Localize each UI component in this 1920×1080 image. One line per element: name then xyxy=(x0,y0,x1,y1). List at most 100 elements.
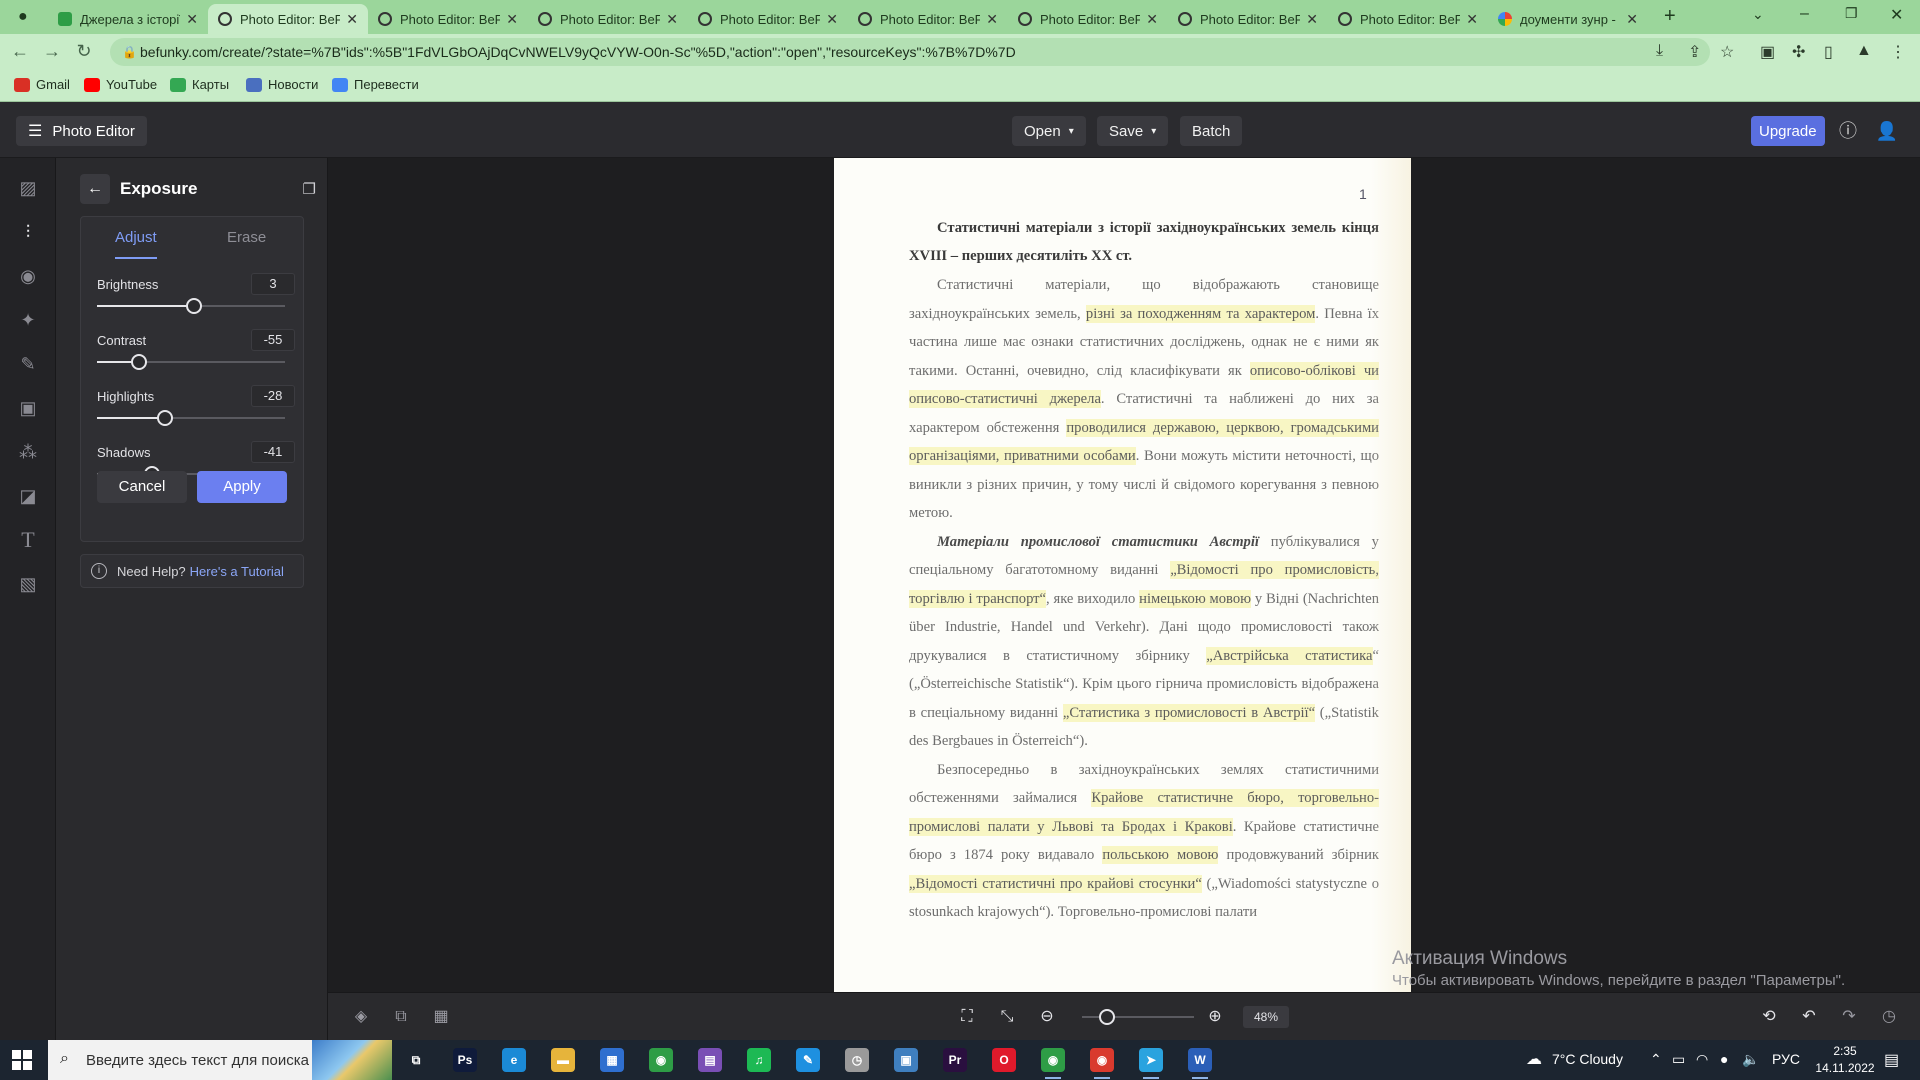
effects-sparkle-icon[interactable]: ✦ xyxy=(16,308,40,332)
tab-close-icon[interactable]: ✕ xyxy=(666,11,678,28)
bookmark-item[interactable]: Перевести xyxy=(332,77,419,92)
bookmark-item[interactable]: Gmail xyxy=(14,77,70,92)
slider-thumb[interactable] xyxy=(157,410,173,426)
cancel-button[interactable]: Cancel xyxy=(97,471,187,503)
bookmark-item[interactable]: Карты xyxy=(170,77,229,92)
wifi-icon[interactable]: ◠ xyxy=(1696,1051,1708,1068)
bookmark-item[interactable]: YouTube xyxy=(84,77,157,92)
slider-value-input[interactable]: -55 xyxy=(251,329,295,351)
taskbar-clock[interactable]: 2:35 14.11.2022 xyxy=(1810,1043,1880,1077)
app-menu-button[interactable]: ☰ Photo Editor xyxy=(16,116,147,146)
zoom-level[interactable]: 48% xyxy=(1243,1006,1289,1028)
browser-tab[interactable]: Photo Editor: BeFu ✕ xyxy=(848,4,1008,34)
window-restore-icon[interactable]: ❐ xyxy=(1845,5,1858,22)
artsy-brush-icon[interactable]: ✎ xyxy=(16,352,40,376)
browser-tab[interactable]: Photo Editor: BeFu ✕ xyxy=(1008,4,1168,34)
browser-tab[interactable]: доументи зунр - ✕ xyxy=(1488,4,1648,34)
textures-icon[interactable]: ▧ xyxy=(16,572,40,596)
tab-close-icon[interactable]: ✕ xyxy=(1626,11,1638,28)
tab-close-icon[interactable]: ✕ xyxy=(1466,11,1478,28)
word-icon[interactable]: W xyxy=(1188,1048,1212,1079)
tab-adjust[interactable]: Adjust xyxy=(115,229,157,246)
save-button[interactable]: Save ▾ xyxy=(1097,116,1169,146)
extension-thumbnail-icon[interactable]: ▣ xyxy=(1760,42,1775,62)
screenshot-app-icon[interactable]: ▣ xyxy=(894,1048,918,1072)
chrome-icon[interactable]: ◉ xyxy=(649,1048,673,1072)
side-panel-icon[interactable]: ▯ xyxy=(1824,42,1833,62)
redo-icon[interactable]: ↷ xyxy=(1838,1006,1860,1028)
volume-icon[interactable]: 🔈 xyxy=(1742,1051,1759,1068)
telegram-icon[interactable]: ➤ xyxy=(1139,1048,1163,1079)
image-manager-icon[interactable]: ▨ xyxy=(16,176,40,200)
tutorial-link[interactable]: Here's a Tutorial xyxy=(190,564,284,579)
help-icon[interactable]: ⓘ xyxy=(1835,118,1861,144)
slider-track[interactable] xyxy=(97,410,285,426)
chrome-3-icon[interactable]: ◉ xyxy=(1090,1048,1114,1079)
browser-tab[interactable]: Photo Editor: BeFu ✕ xyxy=(208,4,368,34)
zoom-slider[interactable] xyxy=(1082,1009,1194,1025)
store-icon[interactable]: ▦ xyxy=(600,1048,624,1072)
slider-value-input[interactable]: -28 xyxy=(251,385,295,407)
tab-close-icon[interactable]: ✕ xyxy=(986,11,998,28)
windows-start-icon[interactable] xyxy=(12,1050,32,1070)
history-icon[interactable]: ◷ xyxy=(1878,1006,1900,1028)
overlays-icon[interactable]: ◪ xyxy=(16,484,40,508)
tab-close-icon[interactable]: ✕ xyxy=(1306,11,1318,28)
weather-cloud-icon[interactable]: ☁ xyxy=(1526,1049,1542,1069)
chrome-2-icon[interactable]: ◉ xyxy=(1041,1048,1065,1079)
tab-close-icon[interactable]: ✕ xyxy=(826,11,838,28)
tab-close-icon[interactable]: ✕ xyxy=(346,11,358,28)
graphics-icon[interactable]: ⁂ xyxy=(16,440,40,464)
edit-sliders-icon[interactable]: ⫶ xyxy=(16,220,40,244)
slider-track[interactable] xyxy=(97,298,285,314)
undo-icon[interactable]: ↶ xyxy=(1798,1006,1820,1028)
tray-chevron-up-icon[interactable]: ⌃ xyxy=(1650,1051,1662,1068)
new-tab-button[interactable]: + xyxy=(1664,5,1676,28)
profile-avatar-icon[interactable]: ▲ xyxy=(1856,42,1872,60)
browser-tab[interactable]: Photo Editor: BeFu ✕ xyxy=(1328,4,1488,34)
batch-button[interactable]: Batch xyxy=(1180,116,1243,146)
slider-thumb[interactable] xyxy=(131,354,147,370)
premiere-icon[interactable]: Pr xyxy=(943,1048,967,1072)
browser-menu-icon[interactable]: ⋮ xyxy=(1890,42,1906,62)
share-icon[interactable]: ⇪ xyxy=(1688,42,1701,62)
url-bar[interactable]: 🔒 befunky.com/create/?state=%7B"ids":%5B… xyxy=(110,38,1710,66)
notifications-icon[interactable]: ▤ xyxy=(1884,1050,1899,1070)
tab-close-icon[interactable]: ✕ xyxy=(1146,11,1158,28)
back-arrow-icon[interactable]: ← xyxy=(80,174,110,204)
browser-tab[interactable]: Джерела з історії ✕ xyxy=(48,4,208,34)
slider-value-input[interactable]: -41 xyxy=(251,441,295,463)
grid-view-icon[interactable]: ▦ xyxy=(430,1006,452,1028)
tab-close-icon[interactable]: ✕ xyxy=(186,11,198,28)
pen-app-icon[interactable]: ✎ xyxy=(796,1048,820,1072)
edge-icon[interactable]: e xyxy=(502,1048,526,1072)
extensions-puzzle-icon[interactable]: ✣ xyxy=(1792,42,1805,62)
slider-track[interactable] xyxy=(97,354,285,370)
task-view-icon[interactable]: ⧉ xyxy=(404,1048,428,1072)
copy-settings-icon[interactable]: ❐ xyxy=(303,180,316,198)
bookmark-item[interactable]: Новости xyxy=(246,77,318,92)
weather-text[interactable]: 7°C Cloudy xyxy=(1552,1051,1623,1067)
forward-icon[interactable]: → xyxy=(40,41,64,62)
layers-icon[interactable]: ◈ xyxy=(350,1006,372,1028)
browser-tab[interactable]: Photo Editor: BeFu ✕ xyxy=(528,4,688,34)
taskbar-search-input[interactable]: ⌕ Введите здесь текст для поиска xyxy=(48,1040,392,1080)
browser-app-icon[interactable]: ● xyxy=(18,8,28,26)
touch-up-eye-icon[interactable]: ◉ xyxy=(16,264,40,288)
tab-erase[interactable]: Erase xyxy=(227,229,266,246)
reload-icon[interactable]: ↻ xyxy=(72,41,96,62)
browser-tab[interactable]: Photo Editor: BeFu ✕ xyxy=(688,4,848,34)
open-button[interactable]: Open ▾ xyxy=(1012,116,1086,146)
slider-thumb[interactable] xyxy=(186,298,202,314)
zoom-in-icon[interactable]: ⊕ xyxy=(1204,1006,1226,1028)
tab-close-icon[interactable]: ✕ xyxy=(506,11,518,28)
language-indicator[interactable]: РУС xyxy=(1772,1051,1800,1067)
actual-size-icon[interactable]: ⤡ xyxy=(996,1006,1018,1028)
image-compare-icon[interactable]: ⧉ xyxy=(390,1006,412,1028)
file-explorer-icon[interactable]: ▬ xyxy=(551,1048,575,1072)
text-icon[interactable]: T xyxy=(16,528,40,552)
fit-to-screen-icon[interactable]: ⛶ xyxy=(956,1006,978,1028)
document-image[interactable]: 1 Статистичні матеріали з історії західн… xyxy=(834,158,1411,992)
editor-canvas[interactable]: 1 Статистичні матеріали з історії західн… xyxy=(328,158,1920,992)
slider-value-input[interactable]: 3 xyxy=(251,273,295,295)
